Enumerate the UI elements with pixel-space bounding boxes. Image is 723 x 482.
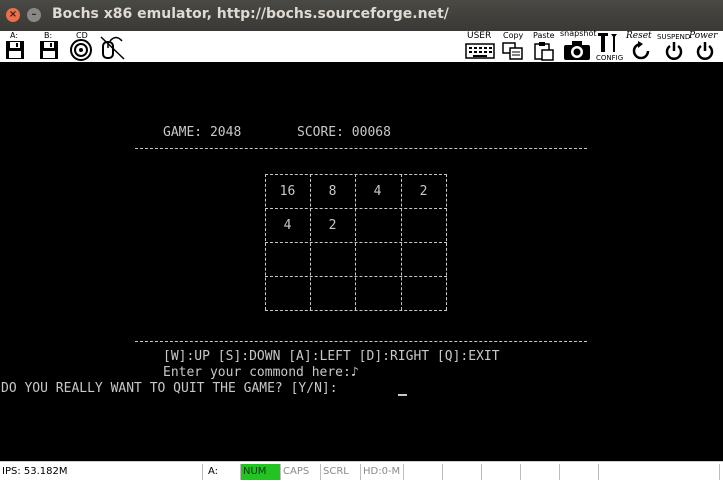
status-slot <box>482 464 521 480</box>
drive-indicator: A: <box>205 464 241 480</box>
grid-line <box>446 174 447 310</box>
floppy-b-button[interactable]: B: <box>38 31 60 62</box>
status-bar: IPS: 53.182M A: NUM CAPS SCRL HD:0-M <box>0 461 723 482</box>
config-icon <box>598 33 617 52</box>
reset-button[interactable]: Reset <box>626 31 656 62</box>
grid-line <box>265 242 447 243</box>
camera-icon <box>564 41 590 60</box>
board-cell <box>401 214 446 236</box>
suspend-button[interactable]: SUSPEND <box>657 31 691 62</box>
board-cell <box>401 282 446 304</box>
copy-button[interactable]: Copy <box>501 31 527 62</box>
power-label: Power <box>689 31 718 41</box>
quit-confirm-prompt: DO YOU REALLY WANT TO QUIT THE GAME? [Y/… <box>1 381 338 396</box>
board-cell: 4 <box>373 183 382 199</box>
status-slot <box>599 464 720 480</box>
status-slot <box>443 464 482 480</box>
ips-indicator: IPS: 53.182M <box>0 464 203 480</box>
hd-indicator: HD:0-M <box>361 464 404 480</box>
paste-icon <box>534 42 554 61</box>
controls-hint: [W]:UP [S]:DOWN [A]:LEFT [D]:RIGHT [Q]:E… <box>163 349 500 364</box>
board-cell <box>310 282 355 304</box>
mouse-capture-button[interactable] <box>98 31 126 62</box>
floppy-b-label: B: <box>44 31 53 40</box>
caps-lock-indicator: CAPS <box>281 464 321 480</box>
board-cell <box>401 248 446 270</box>
score-display: SCORE: 00068 <box>297 125 391 140</box>
config-label: CONFIG <box>596 54 624 62</box>
board-cell <box>355 248 400 270</box>
num-lock-indicator: NUM <box>241 464 281 480</box>
reset-icon <box>632 41 650 60</box>
copy-label: Copy <box>503 31 524 40</box>
status-slot <box>404 464 443 480</box>
user-keyboard-button[interactable]: USER <box>465 31 497 62</box>
window-title: Bochs x86 emulator, http://bochs.sourcef… <box>52 6 449 22</box>
snapshot-button[interactable]: snapshot <box>560 29 597 62</box>
grid-line <box>265 208 447 209</box>
cdrom-icon <box>70 39 92 61</box>
snapshot-label: snapshot <box>560 29 597 38</box>
minimize-button[interactable]: – <box>27 8 41 22</box>
copy-icon <box>502 42 523 60</box>
paste-button[interactable]: Paste <box>532 31 558 62</box>
scroll-lock-indicator: SCRL <box>321 464 361 480</box>
floppy-a-label: A: <box>10 31 19 40</box>
game-title: GAME: 2048 <box>163 125 242 140</box>
power-button[interactable]: Power <box>689 31 721 62</box>
power-icon <box>696 42 714 60</box>
floppy-icon <box>6 41 24 59</box>
board-cell: 4 <box>283 217 292 233</box>
divider-bottom <box>135 341 587 342</box>
user-label: USER <box>467 31 492 41</box>
status-slot <box>560 464 599 480</box>
floppy-a-button[interactable]: A: <box>4 31 26 62</box>
board-cell: 2 <box>419 183 428 199</box>
keyboard-icon <box>465 43 495 59</box>
window-titlebar: × – Bochs x86 emulator, http://bochs.sou… <box>0 0 723 31</box>
board-cell: 8 <box>328 183 337 199</box>
floppy-icon <box>40 41 58 59</box>
status-slot <box>521 464 560 480</box>
reset-label: Reset <box>626 31 652 41</box>
mouse-icon <box>100 36 125 60</box>
bochs-toolbar: A: B: CD USER Copy Paste snapshot CONFIG… <box>0 29 723 63</box>
board-cell <box>355 214 400 236</box>
divider-top <box>135 148 587 149</box>
grid-line <box>265 276 447 277</box>
board-cell: 2 <box>328 217 337 233</box>
config-button[interactable]: CONFIG <box>596 31 624 62</box>
grid-line <box>265 310 447 311</box>
board-cell: 16 <box>279 183 296 199</box>
text-cursor <box>398 394 407 396</box>
command-prompt: Enter your commond here:♪ <box>163 365 359 380</box>
board-cell <box>310 248 355 270</box>
cdrom-button[interactable]: CD <box>68 31 94 62</box>
board-cell <box>265 248 310 270</box>
suspend-icon <box>665 42 683 60</box>
emulator-screen[interactable]: GAME: 2048 SCORE: 00068 16 8 4 2 4 2 [W]… <box>0 62 723 461</box>
close-button[interactable]: × <box>6 8 20 22</box>
paste-label: Paste <box>533 31 555 40</box>
suspend-label: SUSPEND <box>657 33 691 41</box>
grid-line <box>265 174 447 175</box>
board-cell <box>265 282 310 304</box>
board-cell <box>355 282 400 304</box>
